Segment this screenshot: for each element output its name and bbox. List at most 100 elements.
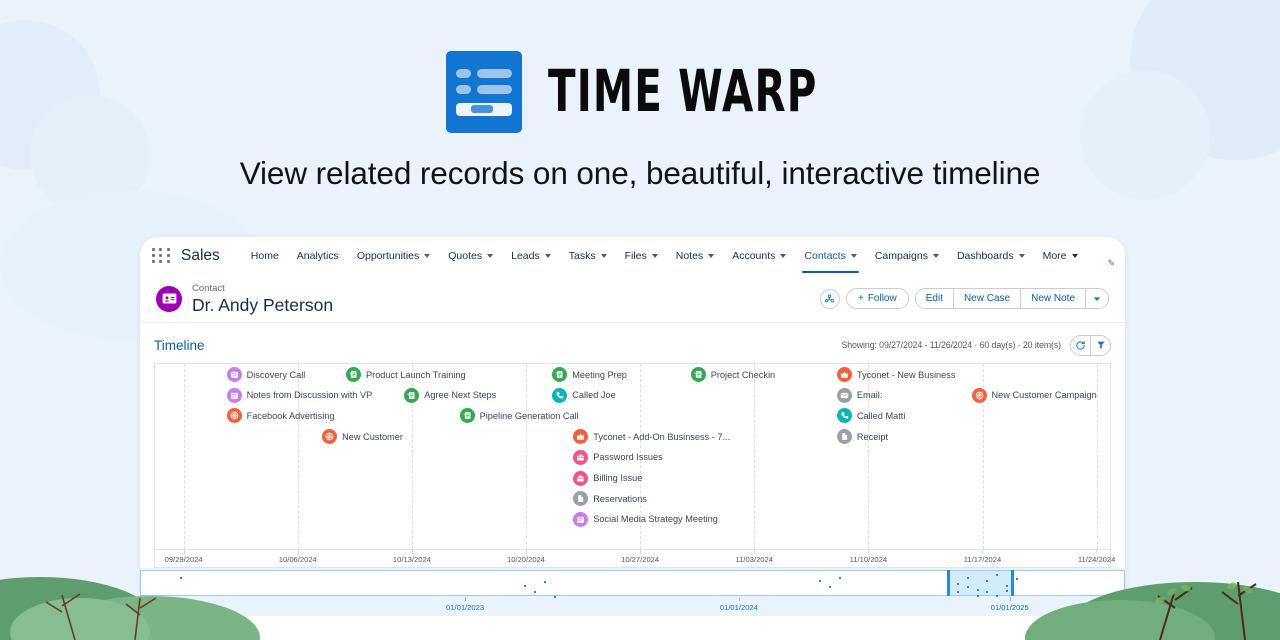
minimap-data-point [819, 580, 822, 582]
chevron-down-icon[interactable] [424, 254, 431, 258]
timeline-item[interactable]: New Customer [322, 429, 403, 445]
minimap-data-point [524, 585, 527, 587]
timeline-gridline [526, 364, 528, 549]
timeline-gridline [1096, 364, 1098, 549]
record-button-group: Edit New Case New Note [914, 288, 1109, 309]
timeline-item[interactable]: Facebook Advertising [226, 408, 335, 424]
timeline-item[interactable]: Tyconet - New Business [836, 367, 956, 382]
share-hierarchy-icon[interactable] [819, 288, 840, 309]
timeline-item[interactable]: Billing Issue [573, 470, 643, 486]
timeline-item[interactable]: Called Matti [836, 408, 905, 424]
minimap-data-point [986, 580, 989, 582]
nav-item-quotes[interactable]: Quotes [439, 237, 502, 275]
chevron-down-icon[interactable] [1018, 254, 1025, 258]
timeline-item[interactable]: Product Launch Training [346, 367, 466, 382]
timeline-item-label: New Customer [342, 431, 403, 442]
timeline-item-label: Meeting Prep [572, 369, 627, 380]
edit-pencil-icon[interactable]: ✎ [1107, 258, 1115, 269]
timeline-item[interactable]: Notes from Discussion with VP [226, 387, 372, 403]
edit-button[interactable]: Edit [914, 288, 954, 309]
hero-tagline: View related records on one, beautiful, … [239, 155, 1041, 191]
minimap-tick-label: 01/01/2025 [991, 596, 1029, 612]
chevron-down-icon[interactable] [850, 254, 857, 258]
chevron-down-icon[interactable] [544, 254, 551, 258]
chevron-down-icon[interactable] [487, 254, 494, 258]
filter-funnel-icon[interactable] [1090, 334, 1111, 356]
nav-item-contacts[interactable]: Contacts [795, 237, 865, 275]
refresh-icon[interactable] [1070, 334, 1091, 356]
timeline-item[interactable]: Reservations [573, 491, 647, 507]
timeline-item[interactable]: Password Issues [573, 449, 663, 465]
timeline-item-label: Password Issues [593, 452, 663, 463]
nav-item-label: Leads [511, 250, 540, 262]
nav-item-accounts[interactable]: Accounts [723, 237, 795, 275]
new-note-button[interactable]: New Note [1020, 288, 1086, 309]
axis-tick-label: 10/20/2024 [507, 550, 545, 564]
list-panel-icon [445, 51, 522, 133]
timeline-item-label: Reservations [593, 493, 647, 504]
minimap-data-point [996, 574, 999, 576]
timeline-item-label: Tyconet - New Business [856, 369, 956, 380]
record-object-label: Contact [192, 282, 225, 294]
timeline-header: Timeline Showing: 09/27/2024 - 11/26/202… [154, 333, 1111, 357]
nav-item-leads[interactable]: Leads [502, 237, 560, 275]
minimap-data-point [180, 577, 183, 579]
timeline-item-label: Billing Issue [593, 473, 643, 483]
timeline-item[interactable]: Social Media Strategy Meeting [573, 511, 718, 527]
timeline-title[interactable]: Timeline [154, 338, 205, 353]
timeline-item-label: Agree Next Steps [424, 390, 497, 401]
follow-button[interactable]: + Follow [845, 288, 909, 309]
nav-item-analytics[interactable]: Analytics [288, 237, 348, 275]
minimap-tick-label: 01/01/2023 [446, 596, 484, 612]
timeline-date-axis: 09/29/2024 10/06/2024 10/13/2024 10/20/2024… [154, 549, 1115, 568]
chevron-down-icon[interactable] [600, 254, 607, 258]
campaign-target-icon [226, 408, 242, 424]
chevron-down-icon[interactable] [1085, 288, 1109, 309]
brand-name: TIME WARP [547, 58, 818, 126]
timeline-item[interactable]: Email: [836, 387, 882, 403]
timeline-item[interactable]: Discovery Call [226, 367, 305, 382]
chevron-down-icon[interactable] [932, 254, 939, 258]
nav-item-more[interactable]: More [1034, 237, 1087, 275]
nav-item-tasks[interactable]: Tasks [560, 237, 616, 275]
timeline-item[interactable]: Tyconet - Add-On Businsess - 7... [573, 429, 730, 445]
timeline-item[interactable]: Project Checkin [690, 367, 775, 382]
axis-tick-label: 10/06/2024 [279, 550, 317, 564]
minimap-data-point [966, 586, 969, 588]
timeline-item-label: Product Launch Training [366, 369, 466, 380]
timeline-item[interactable]: Agree Next Steps [404, 387, 497, 403]
chevron-down-icon[interactable] [1071, 254, 1078, 258]
nav-item-label: Home [250, 250, 279, 262]
nav-item-files[interactable]: Files [616, 237, 667, 275]
waffle-grid-icon[interactable] [152, 248, 172, 264]
record-actions: + Follow Edit New Case New Note [819, 288, 1109, 309]
timeline-minimap[interactable] [140, 570, 1125, 598]
task-list-icon [404, 387, 420, 403]
timeline-item[interactable]: Called Joe [552, 387, 616, 403]
chevron-down-icon[interactable] [708, 254, 715, 258]
nav-item-dashboards[interactable]: Dashboards [948, 237, 1034, 275]
minimap-data-point [1006, 590, 1009, 592]
phone-icon [836, 408, 852, 424]
new-case-button[interactable]: New Case [952, 288, 1022, 309]
timeline-plot[interactable]: Discovery Call Product Launch Training Mee… [154, 363, 1111, 549]
task-list-icon [459, 408, 475, 424]
timeline-item[interactable]: Meeting Prep [552, 367, 627, 382]
chevron-down-icon[interactable] [651, 254, 658, 258]
phone-icon [552, 387, 568, 403]
nav-item-home[interactable]: Home [242, 237, 288, 275]
timeline-item[interactable]: New Customer Campaign [971, 387, 1097, 403]
chevron-down-icon[interactable] [780, 254, 787, 258]
nav-item-notes[interactable]: Notes [667, 237, 723, 275]
nav-item-campaigns[interactable]: Campaigns [866, 237, 948, 275]
nav-item-opportunities[interactable]: Opportunities [348, 237, 439, 275]
contact-card-icon [156, 285, 182, 312]
timeline-minimap-section: 01/01/2023 01/01/2024 01/01/2025 [140, 568, 1125, 616]
timeline-item[interactable]: Receipt [836, 429, 888, 445]
timeline-item-label: Facebook Advertising [246, 410, 335, 421]
minimap-data-point [986, 591, 989, 593]
axis-tick-label: 11/10/2024 [850, 550, 887, 564]
timeline-item[interactable]: Pipeline Generation Call [459, 408, 579, 424]
minimap-data-point [838, 577, 841, 579]
axis-tick-label: 11/24/2024 [1078, 550, 1115, 564]
